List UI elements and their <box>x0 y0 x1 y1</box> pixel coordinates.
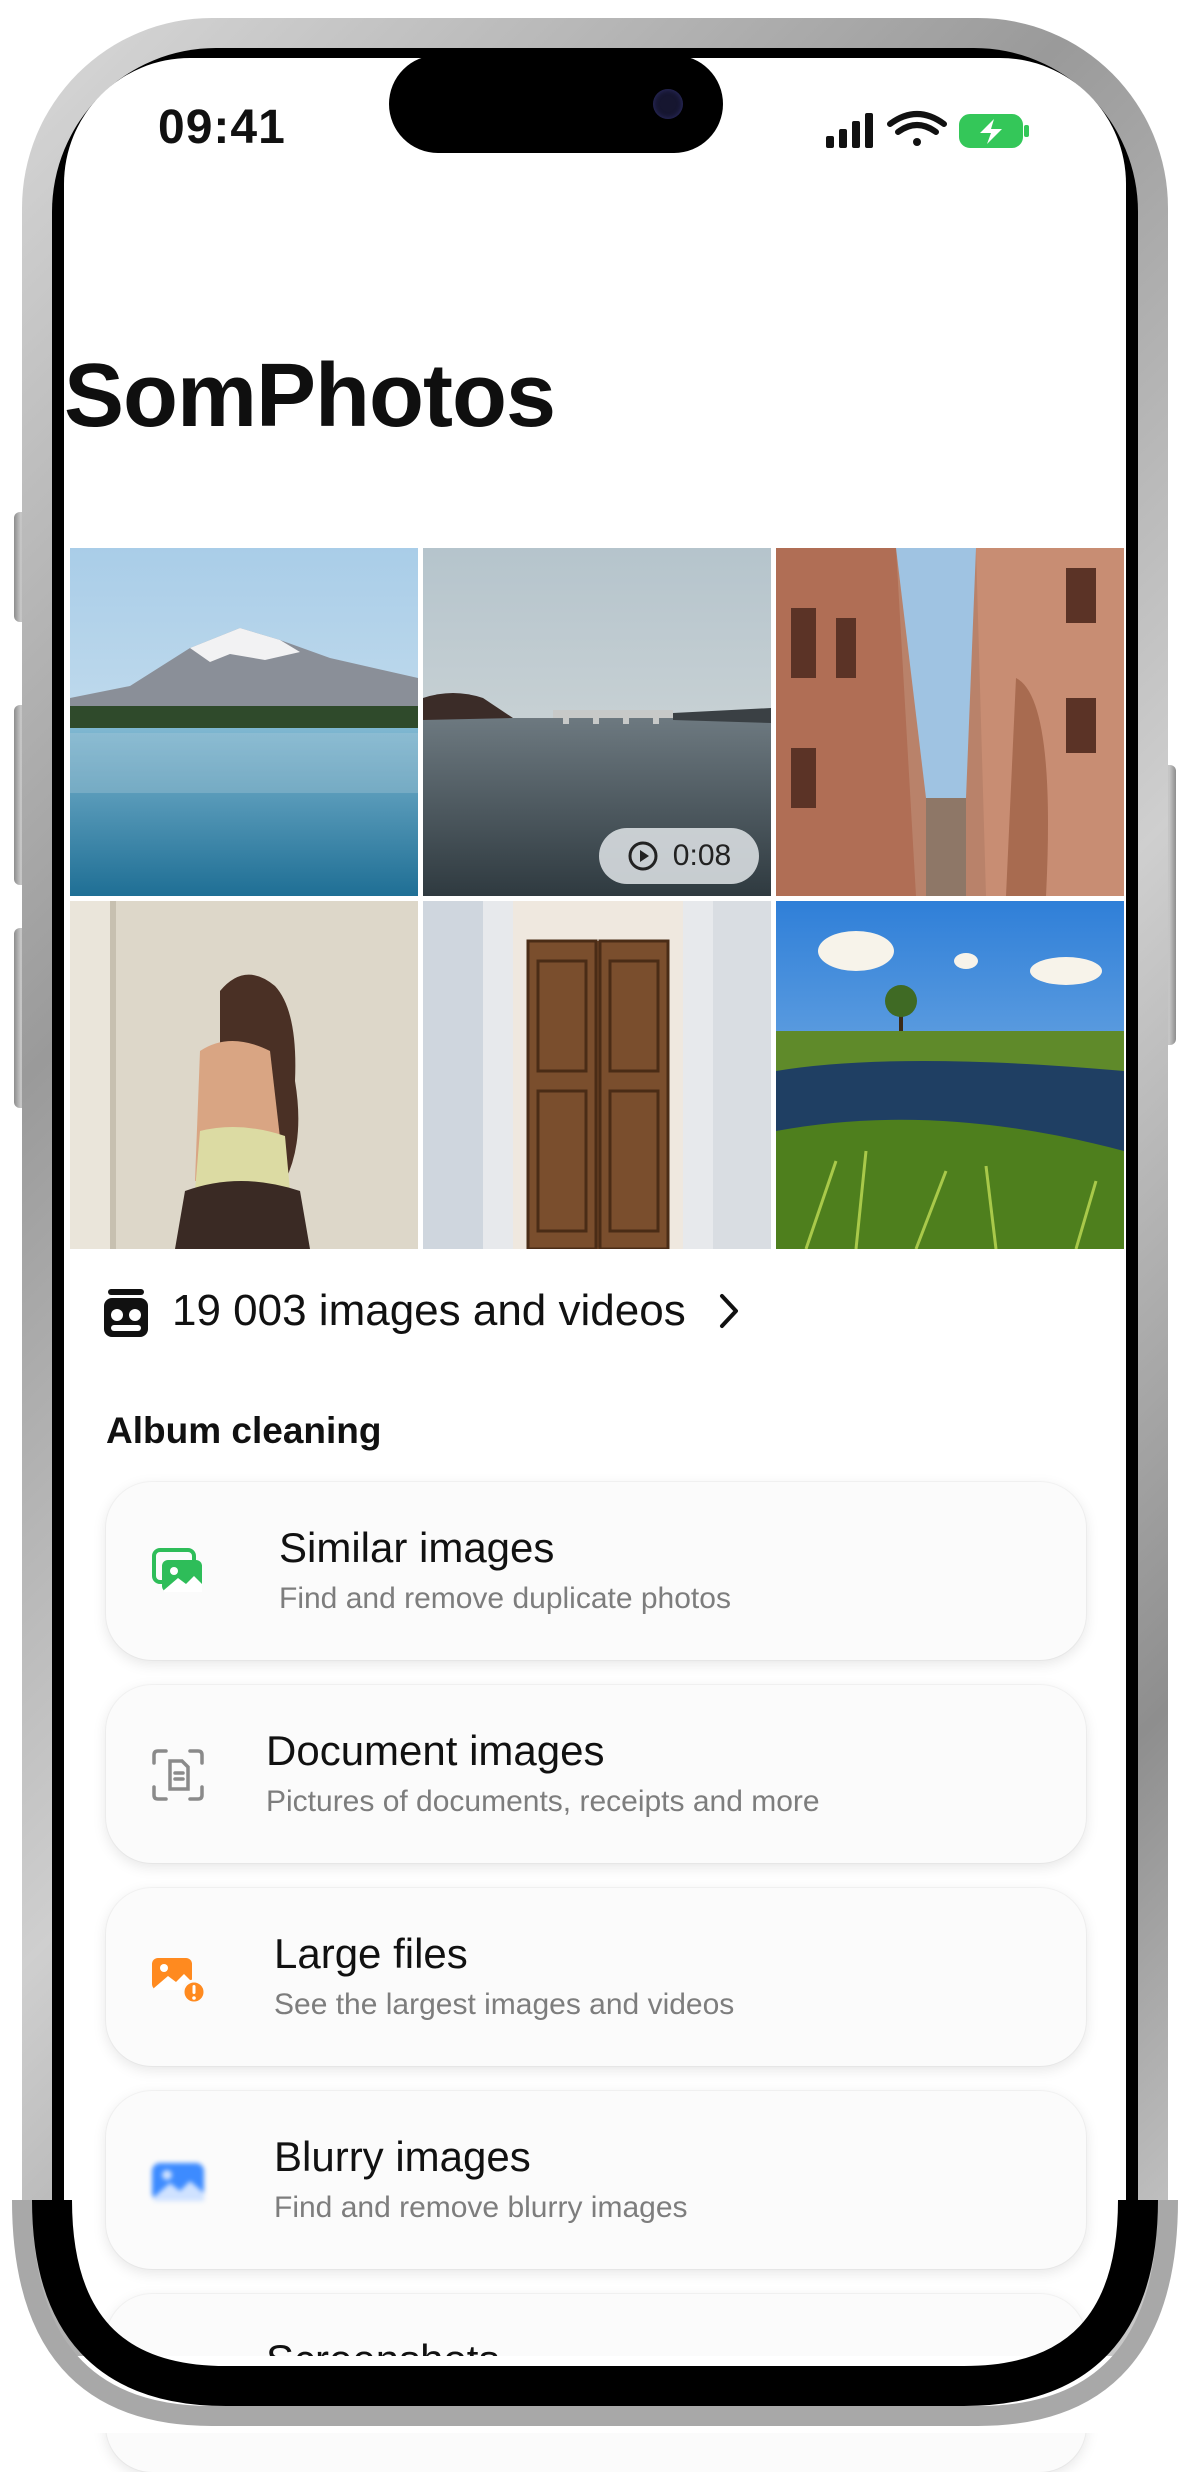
wooden-door-image <box>423 901 771 1249</box>
cellular-signal-icon <box>826 113 873 148</box>
card-subtitle: Find and remove duplicate photos <box>279 1582 731 1615</box>
library-count-row[interactable]: 19 003 images and videos <box>104 1281 744 1341</box>
page-title: SomPhotos <box>64 346 556 446</box>
battery-charging-icon <box>959 114 1029 148</box>
photo-mountain-lake[interactable] <box>70 548 418 896</box>
chevron-right-icon <box>719 1294 738 1328</box>
old-street-image <box>776 548 1124 896</box>
card-title: Blurry images <box>274 2133 531 2180</box>
blurry-image-icon <box>152 2163 204 2201</box>
card-blurry-images[interactable]: Blurry images Find and remove blurry ima… <box>106 2091 1086 2269</box>
woman-portrait-image <box>70 901 418 1249</box>
mountain-lake-image <box>70 548 418 896</box>
large-file-warning-icon <box>152 1958 206 2005</box>
card-subtitle: Find and remove blurry images <box>274 2191 688 2224</box>
card-title: Similar images <box>279 1524 555 1571</box>
similar-images-icon <box>152 1548 202 1592</box>
status-time: 09:41 <box>158 101 286 154</box>
play-circle-icon <box>628 841 658 871</box>
front-camera-icon <box>653 89 683 119</box>
wetland-image <box>776 901 1124 1249</box>
video-duration: 0:08 <box>672 839 732 872</box>
bottom-bezel-mask <box>0 2356 1190 2433</box>
video-duration-badge: 0:08 <box>599 828 759 884</box>
photo-library-icon <box>104 1289 148 1337</box>
card-subtitle: Pictures of documents, receipts and more <box>266 1785 820 1818</box>
photo-woman-portrait[interactable] <box>70 901 418 1249</box>
dynamic-island <box>389 55 723 153</box>
photo-grid: 0:08 <box>70 548 1124 1249</box>
library-count-label: 19 003 images and videos <box>172 1286 686 1335</box>
photo-wetland[interactable] <box>776 901 1124 1249</box>
status-icons <box>826 111 1029 148</box>
card-title: Document images <box>266 1727 605 1774</box>
photo-wooden-door[interactable] <box>423 901 771 1249</box>
wifi-icon <box>887 111 947 146</box>
card-similar-images[interactable]: Similar images Find and remove duplicate… <box>106 1482 1086 1660</box>
document-scan-icon <box>152 1749 204 1801</box>
card-large-files[interactable]: Large files See the largest images and v… <box>106 1888 1086 2066</box>
card-document-images[interactable]: Document images Pictures of documents, r… <box>106 1685 1086 1863</box>
photo-old-street[interactable] <box>776 548 1124 896</box>
card-subtitle: See the largest images and videos <box>274 1988 735 2021</box>
video-river-bridge[interactable]: 0:08 <box>423 548 771 896</box>
section-title-album-cleaning: Album cleaning <box>106 1410 382 1451</box>
card-title: Large files <box>274 1930 468 1977</box>
